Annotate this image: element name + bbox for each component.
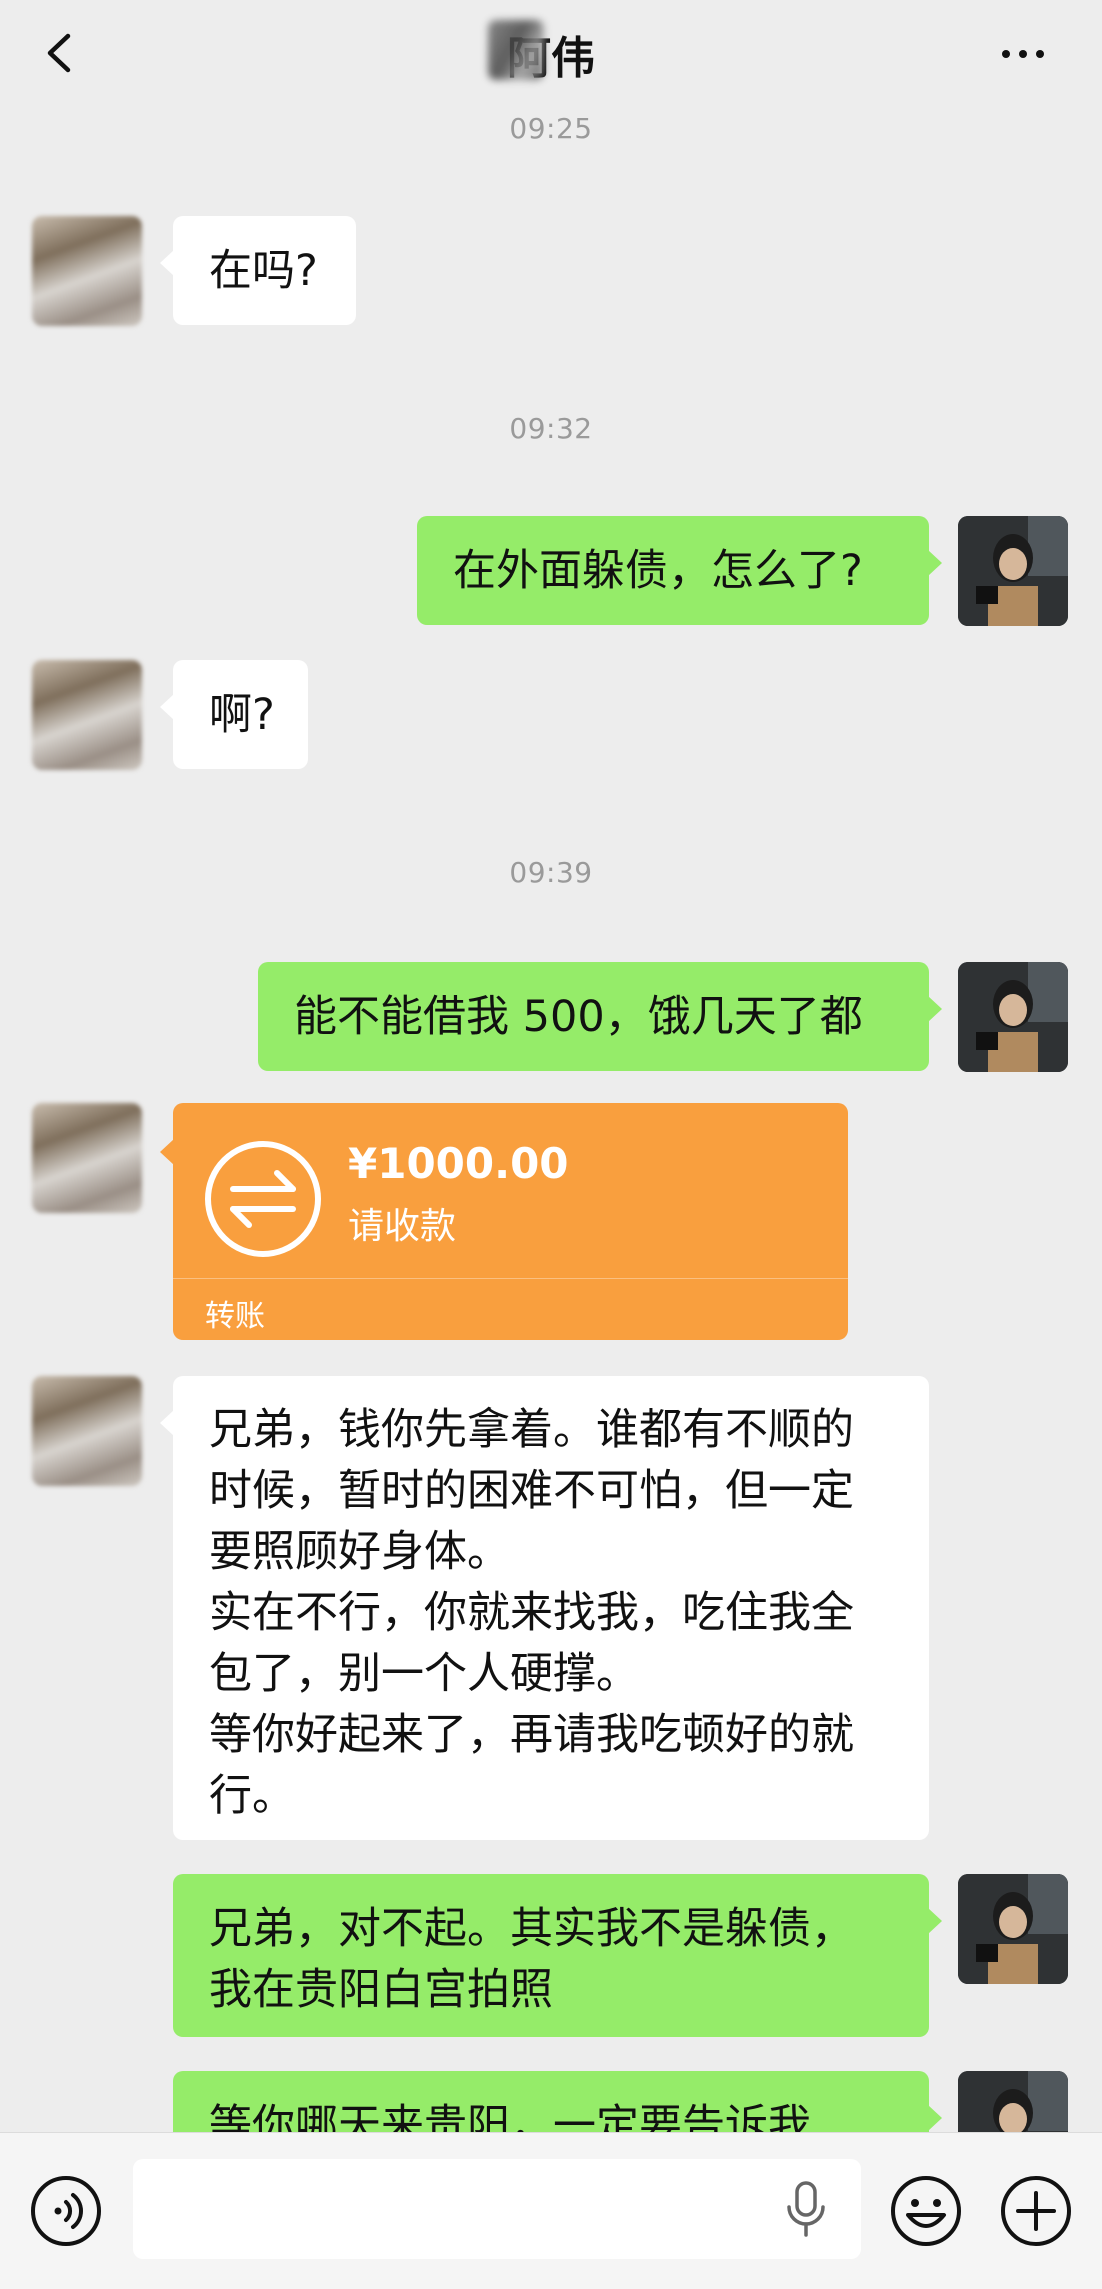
message-text: 在外面躲债，怎么了? (453, 546, 863, 596)
message-bubble-received[interactable]: 兄弟，钱你先拿着。谁都有不顺的 时候，暂时的困难不可怕，但一定 要照顾好身体。 … (160, 1376, 929, 1840)
message-line: 我在贵阳白宫拍照 (209, 1965, 553, 2015)
transfer-divider (173, 1278, 848, 1279)
message-text: 啊? (209, 690, 275, 740)
message-bubble-sent[interactable]: 在外面躲债，怎么了? (417, 516, 942, 625)
message-input[interactable] (133, 2159, 861, 2259)
message-bubble-received[interactable]: 在吗? (160, 216, 356, 325)
message-line: 等你好起来了，再请我吃顿好的就 (209, 1710, 854, 1760)
chat-header: 阿伟 (0, 0, 1102, 110)
message-bubble-received[interactable]: 啊? (160, 660, 308, 769)
microphone-icon[interactable] (783, 2181, 829, 2239)
message-bubble-sent[interactable]: 能不能借我 500，饿几天了都 (258, 962, 942, 1071)
more-dots-icon[interactable] (998, 32, 1048, 72)
transfer-amount: ¥1000.00 (348, 1139, 569, 1188)
voice-mode-icon[interactable] (28, 2173, 104, 2249)
message-line: 行。 (209, 1771, 295, 1821)
message-line: 时候，暂时的困难不可怕，但一定 (209, 1466, 854, 1516)
message-line: 包了，别一个人硬撑。 (209, 1649, 639, 1699)
message-line: 兄弟，对不起。其实我不是躲债， (209, 1904, 854, 1954)
message-text: 在吗? (209, 246, 318, 296)
transfer-arrows-icon (205, 1141, 321, 1257)
message-line: 兄弟，钱你先拿着。谁都有不顺的 (209, 1405, 854, 1455)
my-avatar[interactable] (958, 516, 1068, 626)
message-line: 实在不行，你就来找我，吃住我全 (209, 1588, 854, 1638)
transfer-label: 转账 (205, 1299, 265, 1334)
emoji-icon[interactable] (888, 2173, 964, 2249)
my-avatar[interactable] (958, 962, 1068, 1072)
message-bubble-sent[interactable]: 兄弟，对不起。其实我不是躲债， 我在贵阳白宫拍照 (173, 1874, 942, 2037)
composer-bar (0, 2132, 1102, 2289)
timestamp: 09:32 (509, 412, 593, 445)
timestamp: 09:25 (509, 112, 593, 145)
chat-title: 阿伟 (507, 33, 595, 84)
message-line: 要照顾好身体。 (209, 1527, 510, 1577)
transfer-status: 请收款 (348, 1206, 457, 1247)
my-avatar[interactable] (958, 1874, 1068, 1984)
friend-avatar[interactable] (32, 216, 142, 326)
timestamp: 09:39 (509, 856, 593, 889)
friend-avatar[interactable] (32, 1376, 142, 1486)
friend-avatar[interactable] (32, 660, 142, 770)
friend-avatar[interactable] (32, 1103, 142, 1213)
transfer-card[interactable]: ¥1000.00 请收款 转账 (160, 1103, 848, 1340)
title-redaction (488, 20, 544, 80)
message-text: 能不能借我 500，饿几天了都 (294, 992, 863, 1042)
plus-icon[interactable] (998, 2173, 1074, 2249)
